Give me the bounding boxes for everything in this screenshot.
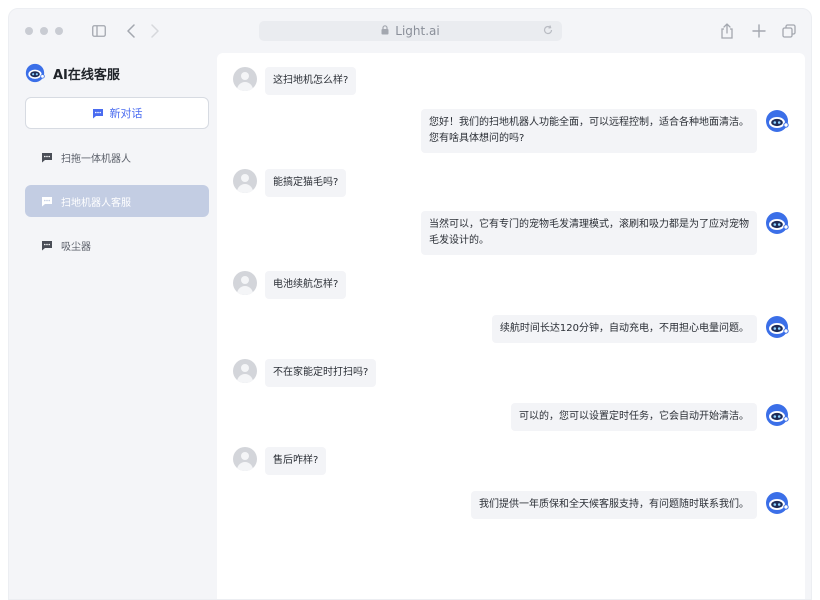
sidebar-item-mop-robot[interactable]: 扫拖一体机器人	[25, 141, 209, 173]
sidebar-item-label: 扫拖一体机器人	[61, 153, 131, 165]
user-message: 电池续航怎样?	[233, 271, 347, 299]
sidebar: AI在线客服 新对话 扫拖一体机器人 扫地机器人客服 吸尘器	[9, 53, 217, 599]
robot-logo-icon	[25, 63, 45, 83]
browser-titlebar: Light.ai	[9, 9, 811, 53]
forward-icon[interactable]	[145, 21, 165, 41]
chat-area: 这扫地机怎么样? 您好！我们的扫地机器人功能全面，可以远程控制，适合各种地面清洁…	[217, 53, 805, 599]
message-bubble: 续航时间长达120分钟，自动充电，不用担心电量问题。	[491, 315, 757, 343]
bot-message: 您好！我们的扫地机器人功能全面，可以远程控制，适合各种地面清洁。您有啥具体想问的…	[421, 109, 789, 153]
reload-icon[interactable]	[542, 24, 554, 39]
bot-message: 我们提供一年质保和全天候客服支持，有问题随时联系我们。	[471, 491, 789, 519]
chat-bubble-icon	[42, 196, 52, 206]
new-chat-label: 新对话	[109, 107, 143, 120]
message-bubble: 可以的，您可以设置定时任务，它会自动开始清洁。	[511, 403, 757, 431]
user-message: 这扫地机怎么样?	[233, 67, 357, 95]
window-zoom-dot[interactable]	[55, 27, 63, 35]
chat-bubble-icon	[42, 152, 52, 162]
url-text: Light.ai	[395, 24, 440, 38]
robot-avatar-icon	[766, 404, 789, 426]
share-icon[interactable]	[717, 21, 737, 41]
brand: AI在线客服	[25, 63, 120, 83]
sidebar-toggle-icon[interactable]	[89, 21, 109, 41]
message-bubble: 能搞定猫毛吗?	[265, 169, 347, 197]
new-tab-icon[interactable]	[749, 21, 769, 41]
chat-bubble-icon	[42, 240, 52, 250]
message-bubble: 我们提供一年质保和全天候客服支持，有问题随时联系我们。	[471, 491, 757, 519]
sidebar-item-robot-service[interactable]: 扫地机器人客服	[25, 185, 209, 217]
sidebar-item-vacuum[interactable]: 吸尘器	[25, 229, 209, 261]
chat-bubble-icon	[92, 108, 103, 118]
robot-avatar-icon	[766, 492, 789, 514]
message-bubble: 您好！我们的扫地机器人功能全面，可以远程控制，适合各种地面清洁。您有啥具体想问的…	[421, 109, 757, 153]
bot-message: 可以的，您可以设置定时任务，它会自动开始清洁。	[511, 403, 789, 431]
user-message: 不在家能定时打扫吗?	[233, 359, 377, 387]
sidebar-item-label: 吸尘器	[61, 241, 91, 253]
sidebar-item-label: 扫地机器人客服	[61, 197, 131, 209]
robot-avatar-icon	[766, 212, 789, 234]
robot-avatar-icon	[766, 316, 789, 338]
window-minimize-dot[interactable]	[40, 27, 48, 35]
message-bubble: 售后咋样?	[265, 447, 327, 475]
user-avatar-icon	[233, 447, 257, 471]
back-icon[interactable]	[121, 21, 141, 41]
tabs-overview-icon[interactable]	[779, 21, 799, 41]
lock-icon	[381, 24, 389, 38]
message-bubble: 当然可以，它有专门的宠物毛发清理模式，滚刷和吸力都是为了应对宠物毛发设计的。	[421, 211, 757, 255]
bot-message: 当然可以，它有专门的宠物毛发清理模式，滚刷和吸力都是为了应对宠物毛发设计的。	[421, 211, 789, 255]
browser-window: Light.ai AI在线客服 新对话 扫拖一体机器人 扫地机器人客服 吸尘器 …	[8, 8, 812, 600]
robot-avatar-icon	[766, 110, 789, 132]
address-bar[interactable]: Light.ai	[259, 21, 562, 41]
message-bubble: 电池续航怎样?	[265, 271, 347, 299]
window-close-dot[interactable]	[25, 27, 33, 35]
new-chat-button[interactable]: 新对话	[25, 97, 209, 129]
user-avatar-icon	[233, 359, 257, 383]
brand-name: AI在线客服	[53, 67, 120, 83]
user-message: 能搞定猫毛吗?	[233, 169, 347, 197]
bot-message: 续航时间长达120分钟，自动充电，不用担心电量问题。	[491, 315, 789, 343]
user-avatar-icon	[233, 271, 257, 295]
user-avatar-icon	[233, 67, 257, 91]
user-message: 售后咋样?	[233, 447, 327, 475]
message-bubble: 这扫地机怎么样?	[265, 67, 357, 95]
message-bubble: 不在家能定时打扫吗?	[265, 359, 377, 387]
user-avatar-icon	[233, 169, 257, 193]
